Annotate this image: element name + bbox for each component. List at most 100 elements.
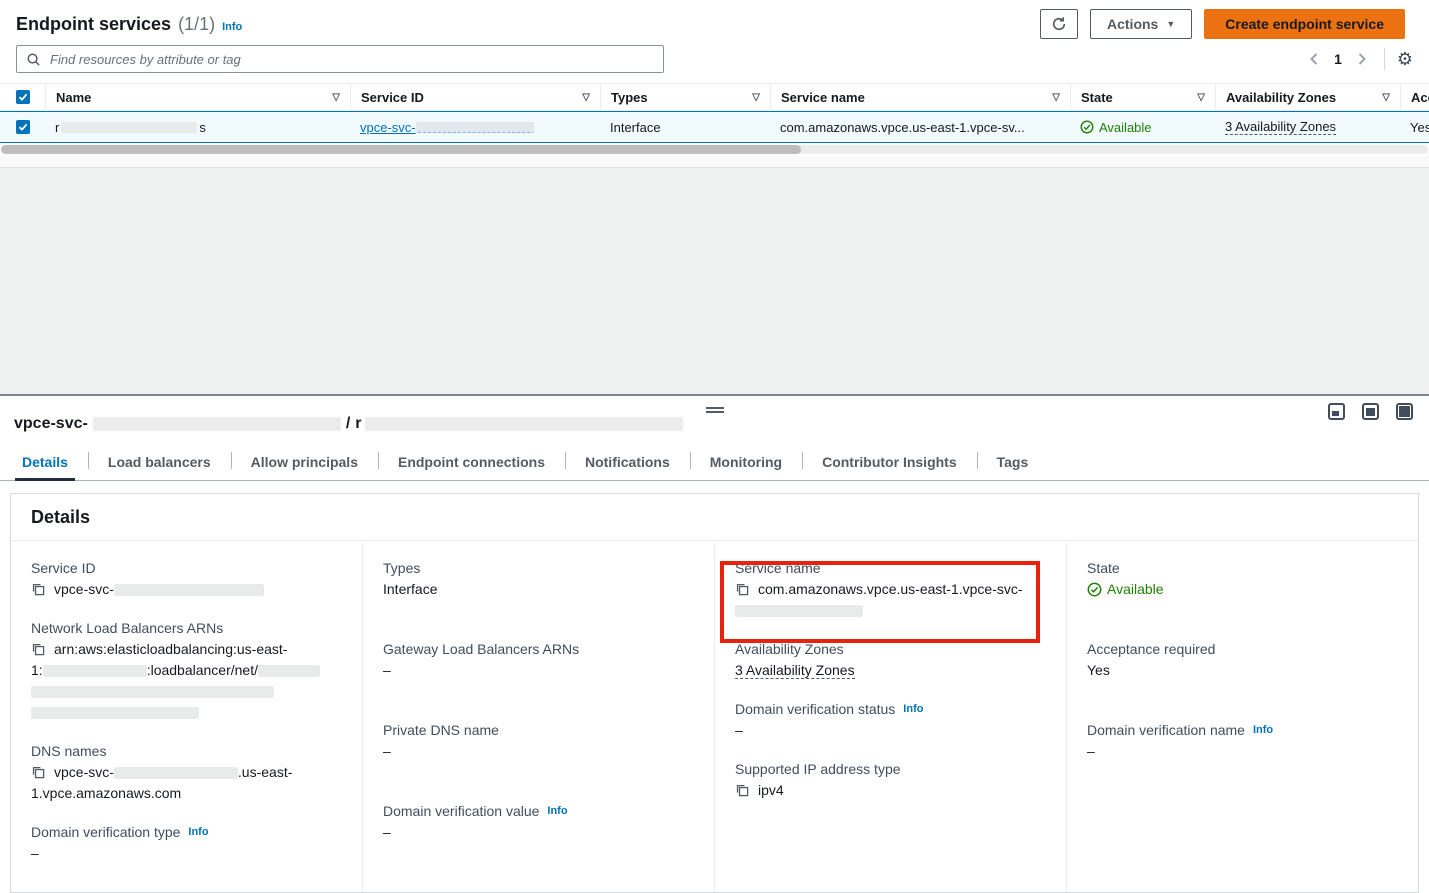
redacted-name <box>61 122 197 133</box>
redacted-account-id <box>43 665 147 677</box>
copy-icon[interactable] <box>735 783 749 797</box>
details-column-3: Service name com.amazonaws.vpce.us-east-… <box>714 541 1066 892</box>
details-column-4: State Available Acceptance required Yes … <box>1066 541 1418 892</box>
info-link[interactable]: Info <box>188 822 208 843</box>
search-icon <box>26 52 41 67</box>
availability-zones-popover-link[interactable]: 3 Availability Zones <box>735 662 855 679</box>
column-header-availability-zones[interactable]: Availability Zones ▽ <box>1215 84 1400 110</box>
info-link[interactable]: Info <box>903 699 923 720</box>
refresh-button[interactable] <box>1040 9 1078 39</box>
current-page-number[interactable]: 1 <box>1326 51 1350 67</box>
row-service-id-cell: vpce-svc- <box>350 112 600 142</box>
service-id-link[interactable]: vpce-svc- <box>360 120 416 135</box>
tab-monitoring[interactable]: Monitoring <box>690 445 802 480</box>
row-availability-zones-cell: 3 Availability Zones <box>1215 112 1400 142</box>
panel-layout-full-button[interactable] <box>1396 403 1413 420</box>
table-footer-strip <box>0 155 1429 168</box>
row-types-cell: Interface <box>600 112 770 142</box>
redacted-arn-line <box>31 707 199 719</box>
tab-contributor-insights[interactable]: Contributor Insights <box>802 445 977 480</box>
scrollbar-thumb[interactable] <box>1 145 801 154</box>
detail-split-panel: vpce-svc- / r Details Load balancers All… <box>0 394 1429 886</box>
column-header-name[interactable]: Name ▽ <box>45 84 350 110</box>
copy-icon[interactable] <box>31 582 45 596</box>
horizontal-scrollbar <box>0 143 1429 155</box>
header-actions: Actions ▼ Create endpoint service <box>1040 9 1405 39</box>
details-card: Details Service ID vpce-svc- Network Loa… <box>10 493 1419 893</box>
row-name-cell: rs <box>45 112 350 142</box>
panel-head <box>0 396 1429 413</box>
previous-page-button[interactable] <box>1302 52 1326 66</box>
panel-layout-buttons <box>1328 403 1413 420</box>
column-header-acceptance-required[interactable]: Acceptance required <box>1400 84 1429 110</box>
page-title: Endpoint services <box>16 14 171 35</box>
field-domain-verification-value: Domain verification value Info – <box>383 801 694 843</box>
panel-bottom-icon <box>1332 411 1339 416</box>
redacted-service-id <box>93 417 341 431</box>
field-supported-ip: Supported IP address type ipv4 <box>735 759 1046 801</box>
filter-caret-icon[interactable]: ▽ <box>332 92 340 103</box>
select-all-cell <box>0 84 45 110</box>
actions-button-label: Actions <box>1107 16 1158 32</box>
redacted-service-id <box>416 122 534 133</box>
tab-tags[interactable]: Tags <box>977 445 1049 480</box>
field-state: State Available <box>1087 558 1398 600</box>
refresh-icon <box>1051 16 1067 32</box>
tab-details[interactable]: Details <box>2 445 88 480</box>
gear-icon: ⚙ <box>1397 49 1413 69</box>
field-nlb-arns: Network Load Balancers ARNs arn:aws:elas… <box>31 618 342 723</box>
copy-icon[interactable] <box>31 765 45 779</box>
panel-full-icon <box>1399 406 1410 417</box>
column-header-types[interactable]: Types ▽ <box>600 84 770 110</box>
field-service-id: Service ID vpce-svc- <box>31 558 342 600</box>
endpoint-services-table: Name ▽ Service ID ▽ Types ▽ Service name… <box>0 83 1429 155</box>
column-header-state[interactable]: State ▽ <box>1070 84 1215 110</box>
redacted-service-id <box>114 584 264 596</box>
filter-caret-icon[interactable]: ▽ <box>1052 92 1060 103</box>
row-service-name-cell: com.amazonaws.vpce.us-east-1.vpce-sv... <box>770 112 1070 142</box>
redacted-lb-name <box>258 665 320 677</box>
panel-layout-bottom-small-button[interactable] <box>1328 403 1345 420</box>
table-settings-button[interactable]: ⚙ <box>1397 50 1413 68</box>
tab-allow-principals[interactable]: Allow principals <box>231 445 378 480</box>
copy-icon[interactable] <box>31 642 45 656</box>
filter-caret-icon[interactable]: ▽ <box>1382 92 1390 103</box>
filter-caret-icon[interactable]: ▽ <box>752 92 760 103</box>
tab-endpoint-connections[interactable]: Endpoint connections <box>378 445 565 480</box>
field-dns-names: DNS names vpce-svc-.us-east- 1.vpce.amaz… <box>31 741 342 804</box>
availability-zones-popover-link[interactable]: 3 Availability Zones <box>1225 119 1336 135</box>
field-types: Types Interface <box>383 558 694 600</box>
search-input[interactable] <box>48 51 654 68</box>
page-title-group: Endpoint services (1/1) Info <box>16 14 242 35</box>
create-endpoint-service-button[interactable]: Create endpoint service <box>1204 9 1405 39</box>
details-card-body: Service ID vpce-svc- Network Load Balanc… <box>11 541 1418 892</box>
info-link[interactable]: Info <box>1253 720 1273 741</box>
next-page-button[interactable] <box>1350 52 1374 66</box>
field-service-name: Service name com.amazonaws.vpce.us-east-… <box>735 558 1046 621</box>
info-link[interactable]: Info <box>222 21 242 33</box>
page-header: Endpoint services (1/1) Info Actions ▼ C… <box>0 0 1429 43</box>
toolbar-row: 1 ⚙ <box>0 43 1429 73</box>
search-box[interactable] <box>16 45 664 73</box>
row-state-cell: Available <box>1070 112 1215 142</box>
check-circle-icon <box>1080 120 1094 134</box>
field-private-dns-name: Private DNS name – <box>383 720 694 762</box>
row-checkbox[interactable] <box>16 120 30 134</box>
select-all-checkbox[interactable] <box>16 90 30 104</box>
copy-icon[interactable] <box>735 582 749 596</box>
field-glb-arns: Gateway Load Balancers ARNs – <box>383 639 694 681</box>
actions-button[interactable]: Actions ▼ <box>1090 9 1192 39</box>
details-column-2: Types Interface Gateway Load Balancers A… <box>362 541 714 892</box>
panel-layout-bottom-large-button[interactable] <box>1362 403 1379 420</box>
filter-caret-icon[interactable]: ▽ <box>1197 92 1205 103</box>
table-row[interactable]: rs vpce-svc- Interface com.amazonaws.vpc… <box>0 111 1429 143</box>
info-link[interactable]: Info <box>547 801 567 822</box>
column-header-service-name[interactable]: Service name ▽ <box>770 84 1070 110</box>
status-badge: Available <box>1087 579 1398 600</box>
tab-notifications[interactable]: Notifications <box>565 445 690 480</box>
filter-caret-icon[interactable]: ▽ <box>582 92 590 103</box>
tab-load-balancers[interactable]: Load balancers <box>88 445 231 480</box>
panel-drag-handle[interactable] <box>706 407 724 413</box>
column-header-service-id[interactable]: Service ID ▽ <box>350 84 600 110</box>
scrollbar-track[interactable] <box>1 145 1428 154</box>
